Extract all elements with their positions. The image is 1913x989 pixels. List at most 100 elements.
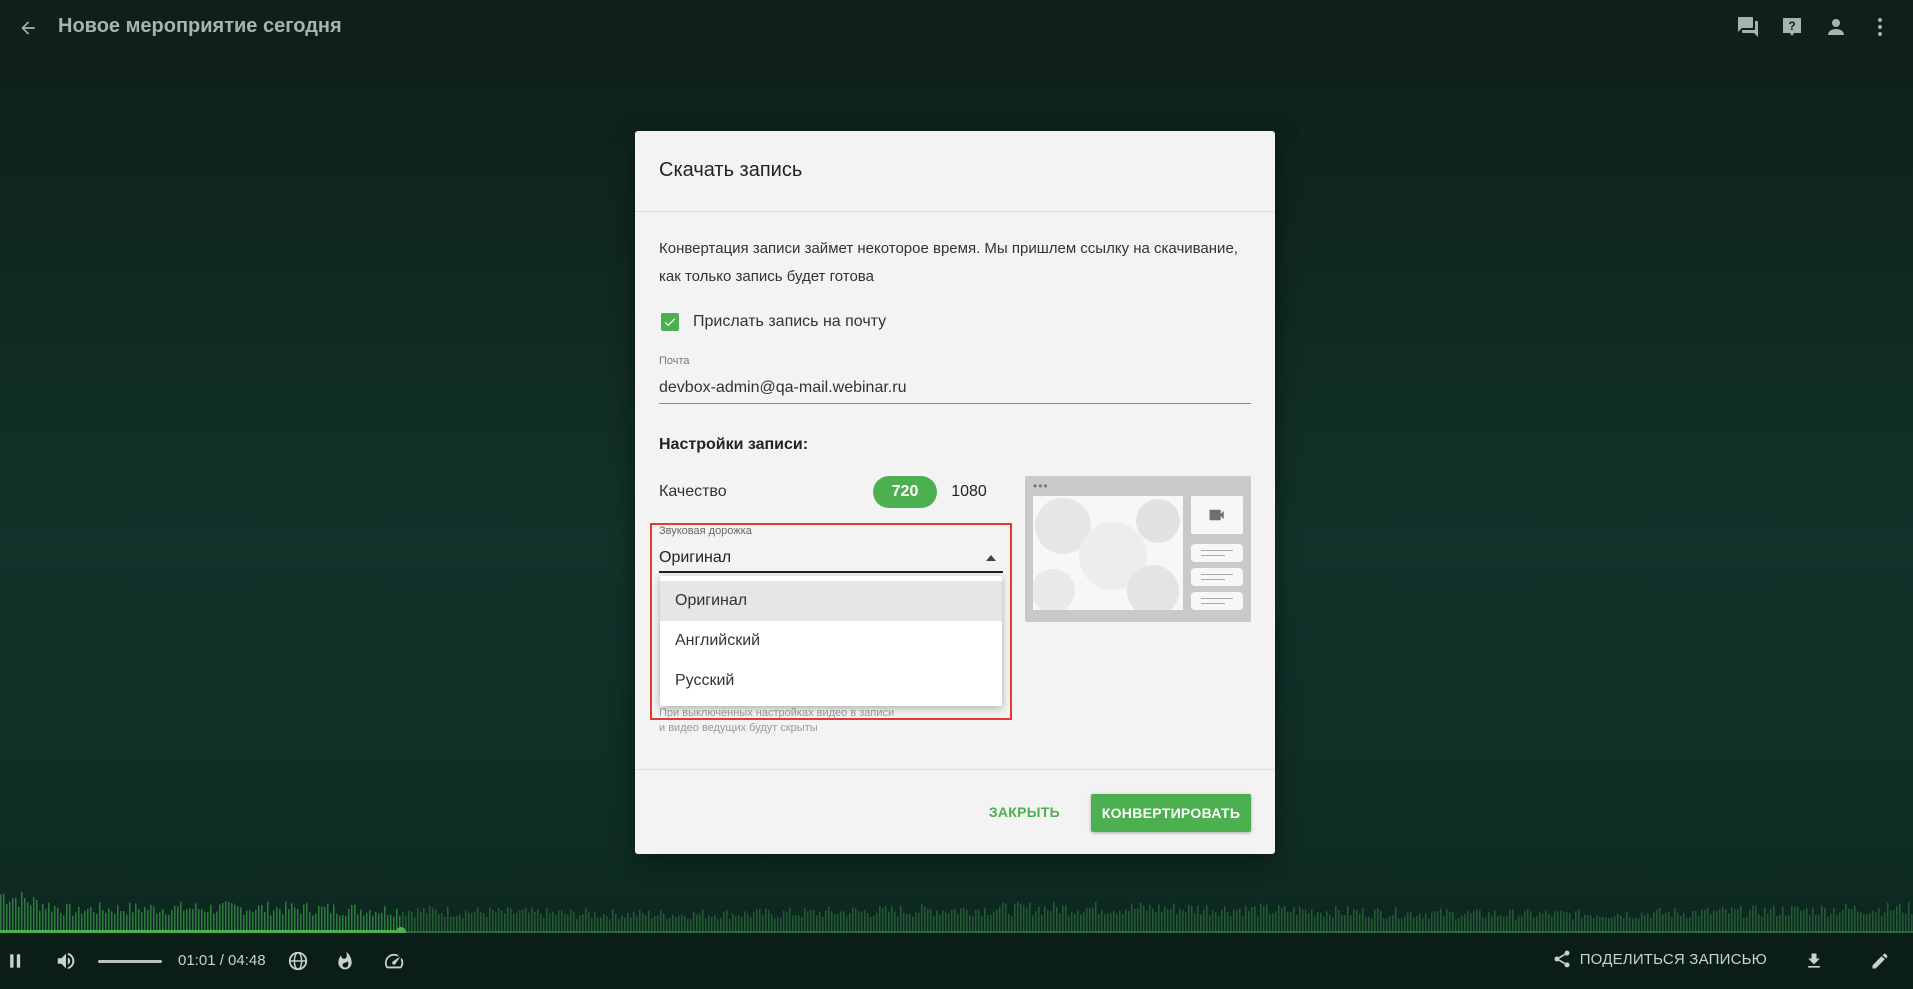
waveform-bar	[648, 910, 650, 933]
waveform-bar	[420, 911, 422, 933]
waveform-bar	[441, 913, 443, 933]
audio-track-select[interactable]: Оригинал	[659, 545, 1003, 573]
waveform-bar	[1902, 912, 1904, 933]
caret-up-icon	[986, 555, 996, 561]
highlights-button[interactable]	[331, 947, 359, 975]
waveform-bar	[1740, 905, 1742, 933]
waveform-bar	[1239, 908, 1241, 933]
language-button[interactable]	[284, 947, 312, 975]
waveform-bar	[1362, 908, 1364, 933]
download-button[interactable]	[1800, 947, 1828, 975]
convert-button[interactable]: КОНВЕРТИРОВАТЬ	[1091, 794, 1251, 832]
waveform-bar	[1224, 906, 1226, 933]
waveform-bar	[519, 910, 521, 933]
pause-button[interactable]	[2, 947, 30, 975]
waveform-bar	[864, 910, 866, 933]
waveform-bar	[1695, 910, 1697, 933]
waveform-bar	[423, 907, 425, 933]
send-email-checkbox[interactable]: Прислать запись на почту	[661, 313, 886, 331]
audio-waveform[interactable]	[0, 861, 1913, 933]
back-icon	[21, 21, 35, 35]
waveform-bar	[180, 901, 182, 933]
more-button[interactable]	[1865, 12, 1895, 42]
waveform-bar	[1275, 911, 1277, 933]
waveform-bar	[1704, 909, 1706, 933]
waveform-bar	[1095, 901, 1097, 933]
close-button[interactable]: ЗАКРЫТЬ	[989, 804, 1060, 820]
waveform-bar	[855, 908, 857, 933]
waveform-bar	[1086, 908, 1088, 933]
waveform-bar	[507, 907, 509, 933]
waveform-bar	[660, 910, 662, 933]
waveform-bar	[69, 904, 71, 933]
waveform-bar	[1260, 903, 1262, 933]
waveform-bar	[633, 911, 635, 933]
download-icon	[1808, 953, 1820, 968]
volume-button[interactable]	[52, 947, 80, 975]
waveform-bar	[789, 907, 791, 933]
waveform-bar	[117, 905, 119, 933]
waveform-bar	[1410, 911, 1412, 933]
waveform-bar	[1722, 907, 1724, 933]
waveform-bar	[1668, 911, 1670, 933]
share-recording-button[interactable]: ПОДЕЛИТЬСЯ ЗАПИСЬЮ	[1552, 949, 1767, 969]
waveform-bar	[693, 911, 695, 933]
waveform-bar	[1794, 906, 1796, 933]
waveform-bar	[1890, 910, 1892, 933]
waveform-bar	[894, 911, 896, 933]
waveform-bar	[6, 903, 8, 933]
dialog-footer: ЗАКРЫТЬ КОНВЕРТИРОВАТЬ	[635, 769, 1275, 855]
waveform-bar	[1338, 910, 1340, 933]
waveform-bar	[1299, 907, 1301, 933]
dropdown-option-english[interactable]: Английский	[660, 621, 1002, 661]
waveform-bar	[1692, 911, 1694, 933]
quality-option-720[interactable]: 720	[873, 476, 937, 508]
waveform-bar	[1023, 905, 1025, 933]
waveform-bar	[1263, 906, 1265, 933]
checkbox-checked[interactable]	[661, 313, 679, 331]
edit-button[interactable]	[1866, 947, 1894, 975]
waveform-bar	[1134, 908, 1136, 933]
waveform-bar	[1527, 909, 1529, 933]
waveform-bar	[1716, 911, 1718, 933]
video-camera-icon	[1209, 509, 1224, 521]
profile-button[interactable]	[1821, 12, 1851, 42]
waveform-bar	[1908, 901, 1910, 933]
waveform-bar	[1530, 911, 1532, 933]
waveform-bar	[1083, 911, 1085, 933]
waveform-bar	[702, 909, 704, 933]
help-button[interactable]: ?	[1777, 12, 1807, 42]
dropdown-option-original[interactable]: Оригинал	[660, 581, 1002, 621]
waveform-bar	[1248, 910, 1250, 933]
waveform-bar	[1203, 909, 1205, 933]
dropdown-option-russian[interactable]: Русский	[660, 661, 1002, 701]
waveform-bar	[978, 909, 980, 933]
waveform-bar	[411, 911, 413, 933]
waveform-bar	[1302, 909, 1304, 933]
back-button[interactable]	[14, 14, 42, 42]
waveform-bar	[975, 909, 977, 933]
waveform-bar	[1431, 912, 1433, 933]
playback-speed-button[interactable]	[380, 947, 408, 975]
waveform-bar	[432, 908, 434, 933]
waveform-bar	[891, 906, 893, 933]
waveform-bar	[1878, 907, 1880, 933]
waveform-bar	[1854, 905, 1856, 933]
waveform-bar	[1539, 912, 1541, 933]
check-icon	[664, 318, 676, 327]
quality-option-1080[interactable]: 1080	[943, 476, 995, 508]
waveform-bar	[1335, 905, 1337, 933]
waveform-bar	[1020, 903, 1022, 933]
waveform-bar	[1545, 910, 1547, 933]
waveform-bar	[1791, 906, 1793, 933]
email-field[interactable]	[659, 373, 1251, 404]
waveform-bar	[1212, 910, 1214, 933]
hint-line-1: При выключенных настройках видео в запис…	[659, 707, 895, 719]
waveform-bar	[1347, 906, 1349, 933]
volume-slider[interactable]	[98, 960, 162, 963]
waveform-bar	[1839, 912, 1841, 933]
waveform-bar	[1125, 909, 1127, 933]
waveform-bar	[426, 913, 428, 933]
waveform-bar	[765, 908, 767, 933]
chat-button[interactable]	[1733, 12, 1763, 42]
